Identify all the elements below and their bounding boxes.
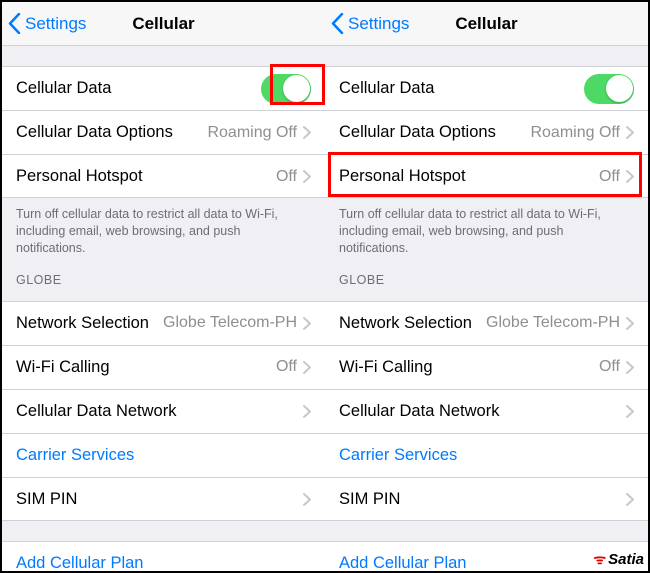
section-header-globe: GLOBE [2,257,325,293]
label: Cellular Data [16,79,261,98]
chevron-right-icon [303,361,311,374]
nav-header: Settings Cellular [325,2,648,46]
row-cellular-data-network[interactable]: Cellular Data Network [325,389,648,433]
group-globe: Network Selection Globe Telecom-PH Wi-Fi… [2,301,325,521]
row-cellular-data-options[interactable]: Cellular Data Options Roaming Off [2,110,325,154]
group-footer: Turn off cellular data to restrict all d… [325,198,648,257]
row-cellular-data[interactable]: Cellular Data [325,66,648,110]
label: Add Cellular Plan [339,554,634,571]
label: Network Selection [339,314,486,333]
chevron-left-icon [331,13,344,34]
group-add-plan: Add Cellular Plan [2,541,325,571]
chevron-right-icon [626,126,634,139]
label: Personal Hotspot [339,167,599,186]
watermark: ᯤ Satia [593,550,644,569]
chevron-right-icon [626,405,634,418]
chevron-right-icon [303,317,311,330]
chevron-right-icon [303,493,311,506]
back-label: Settings [348,14,409,34]
group-cellular: Cellular Data Cellular Data Options Roam… [325,66,648,198]
row-sim-pin[interactable]: SIM PIN [2,477,325,521]
label: Carrier Services [16,446,311,465]
label: Add Cellular Plan [16,554,311,571]
row-cellular-data[interactable]: Cellular Data [2,66,325,110]
chevron-right-icon [303,405,311,418]
nav-header: Settings Cellular [2,2,325,46]
value: Off [276,168,297,186]
row-cellular-data-options[interactable]: Cellular Data Options Roaming Off [325,110,648,154]
label: Carrier Services [339,446,634,465]
chevron-right-icon [626,170,634,183]
value: Off [599,168,620,186]
chevron-right-icon [626,361,634,374]
value: Off [599,358,620,376]
chevron-right-icon [303,126,311,139]
row-network-selection[interactable]: Network Selection Globe Telecom-PH [2,301,325,345]
label: Wi-Fi Calling [339,358,599,377]
watermark-text: Satia [608,551,644,568]
row-wifi-calling[interactable]: Wi-Fi Calling Off [325,345,648,389]
row-wifi-calling[interactable]: Wi-Fi Calling Off [2,345,325,389]
chevron-right-icon [626,317,634,330]
row-carrier-services[interactable]: Carrier Services [325,433,648,477]
chevron-right-icon [626,493,634,506]
section-header-globe: GLOBE [325,257,648,293]
value: Roaming Off [207,124,297,142]
row-add-cellular-plan[interactable]: Add Cellular Plan [2,541,325,571]
label: Cellular Data Network [16,402,303,421]
value: Off [276,358,297,376]
row-personal-hotspot[interactable]: Personal Hotspot Off [325,154,648,198]
group-cellular: Cellular Data Cellular Data Options Roam… [2,66,325,198]
row-carrier-services[interactable]: Carrier Services [2,433,325,477]
label: SIM PIN [339,490,626,509]
chevron-left-icon [8,13,21,34]
back-button[interactable]: Settings [325,13,409,34]
group-footer: Turn off cellular data to restrict all d… [2,198,325,257]
toggle-cellular-data[interactable] [584,74,634,104]
label: Cellular Data Options [16,123,207,142]
row-network-selection[interactable]: Network Selection Globe Telecom-PH [325,301,648,345]
label: Wi-Fi Calling [16,358,276,377]
label: Cellular Data Options [339,123,530,142]
wifi-icon: ᯤ [593,550,606,569]
back-label: Settings [25,14,86,34]
row-cellular-data-network[interactable]: Cellular Data Network [2,389,325,433]
label: Cellular Data [339,79,584,98]
value: Globe Telecom-PH [486,314,620,332]
row-sim-pin[interactable]: SIM PIN [325,477,648,521]
group-globe: Network Selection Globe Telecom-PH Wi-Fi… [325,301,648,521]
label: Cellular Data Network [339,402,626,421]
row-personal-hotspot[interactable]: Personal Hotspot Off [2,154,325,198]
panel-left: Settings Cellular Cellular Data Cellular… [2,2,325,571]
label: Network Selection [16,314,163,333]
back-button[interactable]: Settings [2,13,86,34]
label: SIM PIN [16,490,303,509]
label: Personal Hotspot [16,167,276,186]
panel-right: Settings Cellular Cellular Data Cellular… [325,2,648,571]
value: Roaming Off [530,124,620,142]
chevron-right-icon [303,170,311,183]
toggle-cellular-data[interactable] [261,74,311,104]
value: Globe Telecom-PH [163,314,297,332]
